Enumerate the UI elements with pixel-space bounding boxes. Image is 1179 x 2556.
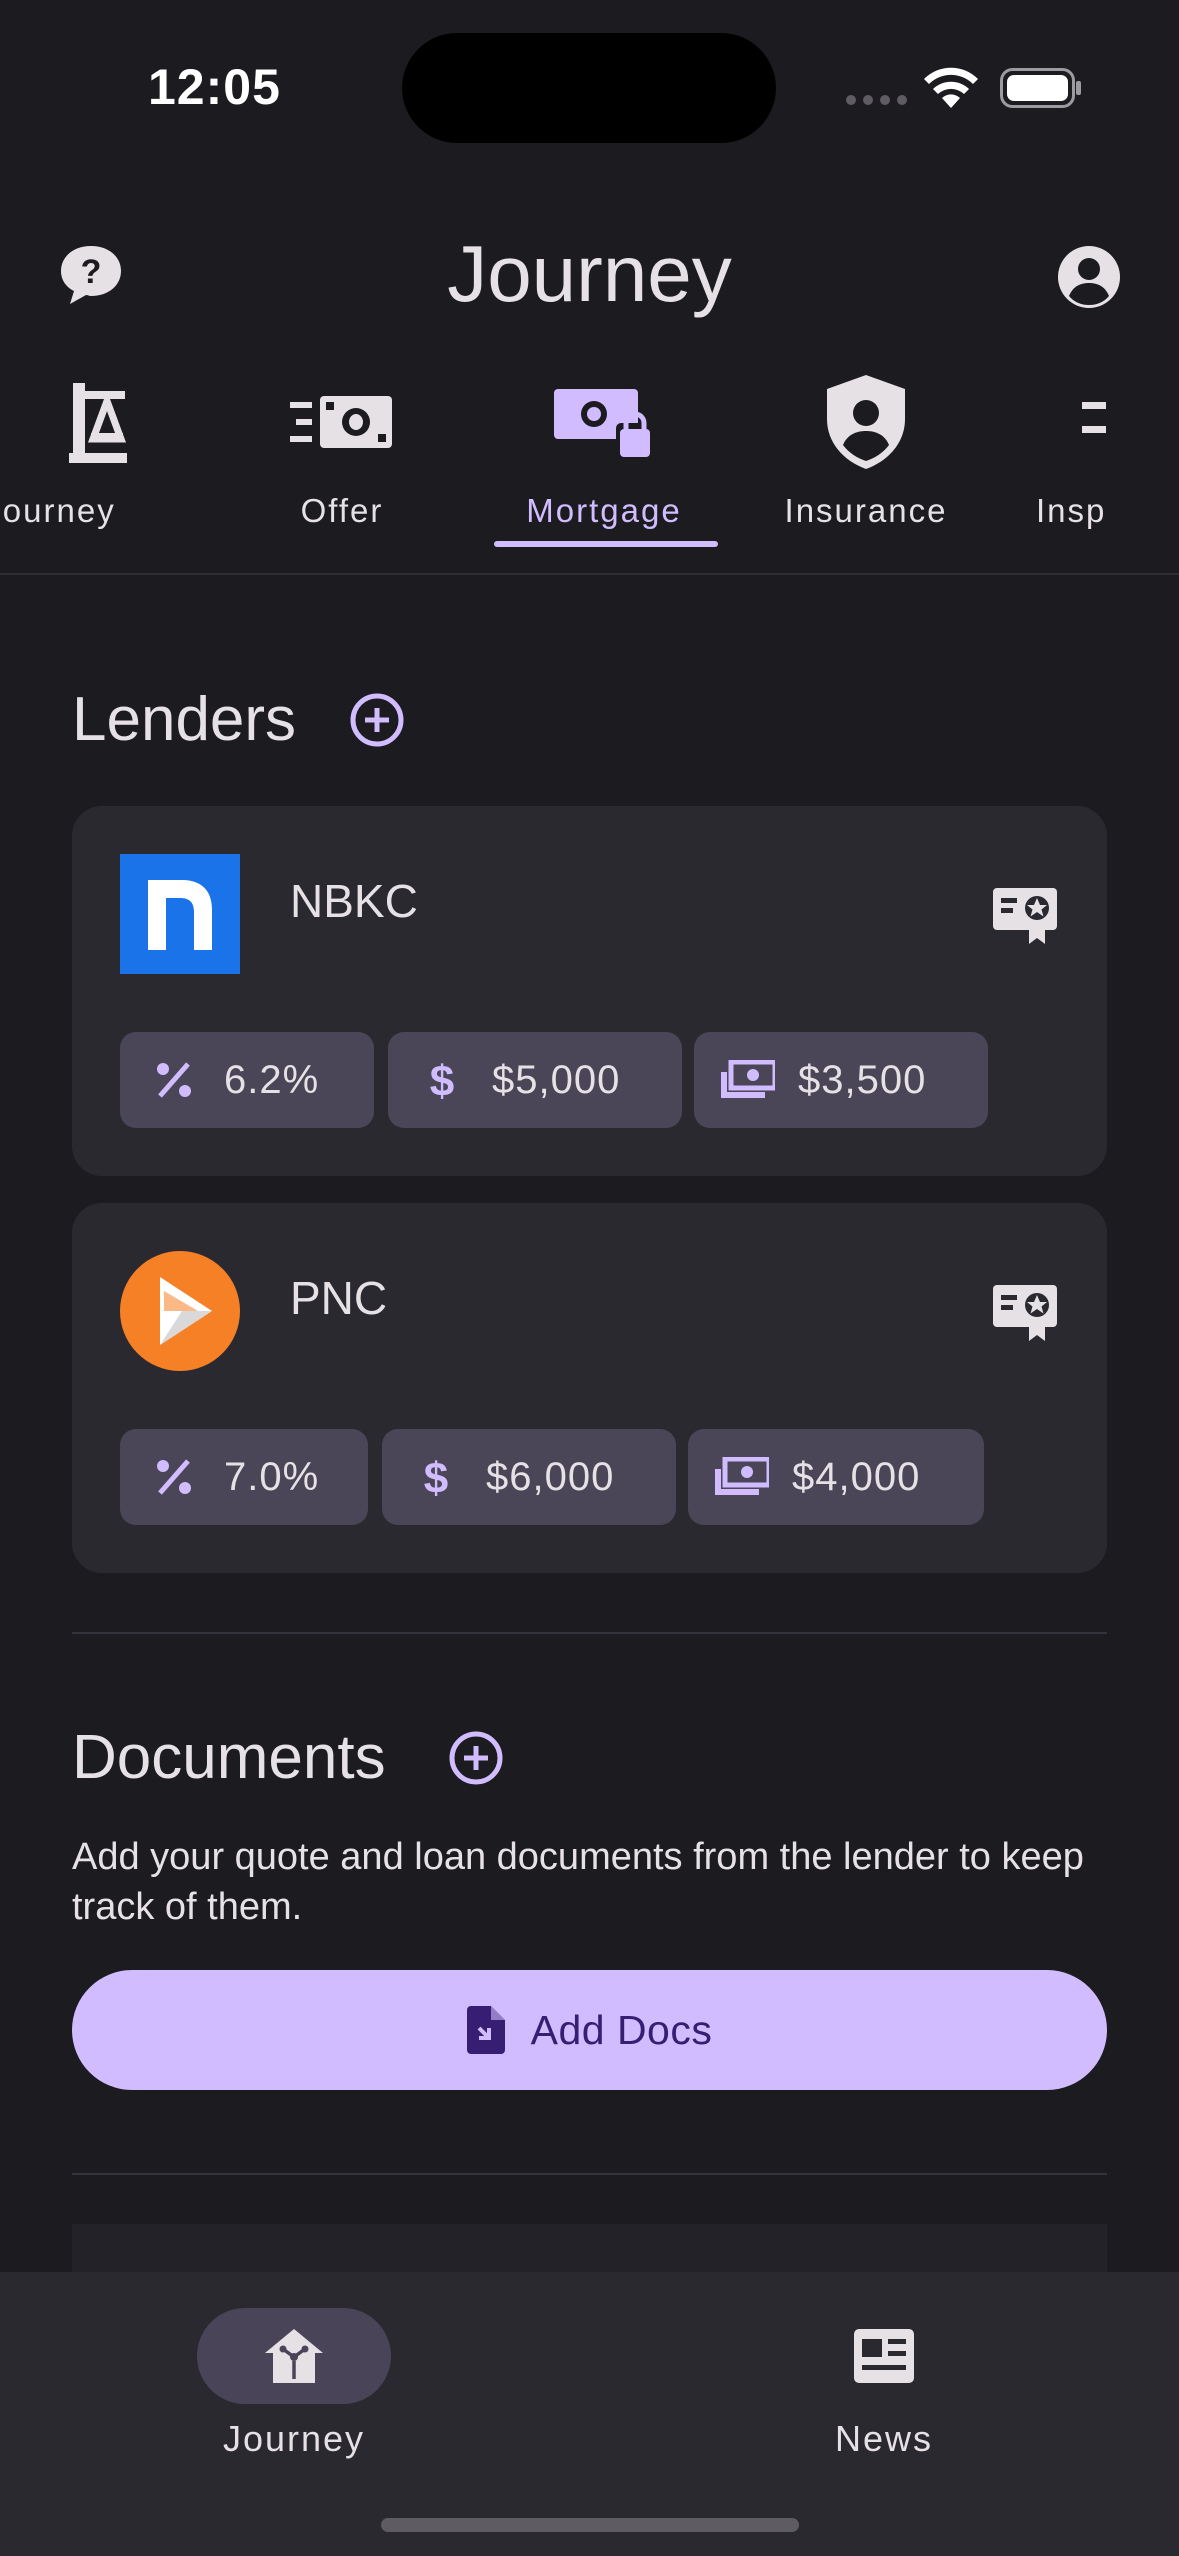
status-time: 12:05	[148, 59, 281, 115]
dynamic-island	[402, 33, 776, 143]
home-indicator	[381, 2518, 799, 2532]
svg-text:$: $	[424, 1454, 448, 1501]
tab-label: Offer	[300, 492, 384, 529]
page-title: Journey	[447, 229, 732, 318]
lender-name: PNC	[290, 1272, 388, 1324]
wifi-icon	[924, 67, 978, 108]
rate-value: 6.2%	[224, 1057, 320, 1102]
divider	[72, 1632, 1107, 1634]
percent-icon	[157, 1062, 191, 1098]
pnc-logo	[120, 1251, 240, 1371]
divider	[0, 573, 1179, 575]
nav-active-pill	[197, 2308, 391, 2404]
add-lender-icon[interactable]	[349, 692, 405, 748]
rate-value: 7.0%	[224, 1454, 320, 1499]
divider	[72, 2173, 1107, 2175]
account-icon[interactable]	[1054, 242, 1124, 312]
dollar-icon: $	[430, 1057, 454, 1104]
cost-value: $5,000	[492, 1057, 621, 1102]
scale-icon	[69, 383, 127, 463]
add-docs-label: Add Docs	[530, 2006, 713, 2053]
home-network-icon	[265, 2329, 323, 2383]
payments-icon	[715, 1457, 769, 1495]
cost-chip: $ $5,000	[388, 1032, 682, 1128]
lender-card[interactable]: NBKC 6.2% $ $5,000 $3,500	[72, 806, 1107, 1176]
lender-name: NBKC	[290, 875, 418, 927]
cash-chip: $3,500	[694, 1032, 988, 1128]
tab-inspection[interactable]: Insp	[1008, 360, 1179, 574]
battery-icon	[1000, 68, 1081, 108]
cellular-signal-icon	[846, 95, 907, 105]
fast-money-icon	[290, 396, 392, 448]
tab-label: Journey	[0, 492, 116, 529]
cash-value: $4,000	[792, 1454, 921, 1499]
tab-label: Mortgage	[526, 492, 682, 529]
nav-pill	[787, 2308, 981, 2404]
money-lock-icon	[554, 389, 650, 457]
file-import-icon	[466, 2006, 505, 2054]
rate-chip: 7.0%	[120, 1429, 368, 1525]
nav-journey[interactable]: Journey	[94, 2272, 494, 2472]
svg-text:$: $	[430, 1057, 454, 1104]
nav-news[interactable]: News	[684, 2272, 1084, 2472]
compare-award-icon[interactable]	[993, 1281, 1057, 1343]
tab-offer[interactable]: Offer	[222, 360, 462, 574]
cost-chip: $ $6,000	[382, 1429, 676, 1525]
dollar-icon: $	[424, 1454, 448, 1501]
percent-icon	[157, 1459, 191, 1495]
newspaper-icon	[854, 2329, 914, 2383]
bottom-navigation: Journey News	[0, 2272, 1179, 2556]
documents-title: Documents	[72, 1723, 386, 1792]
cost-value: $6,000	[486, 1454, 615, 1499]
nav-label: Journey	[222, 2418, 366, 2459]
nbkc-logo	[120, 854, 240, 974]
cash-value: $3,500	[798, 1057, 927, 1102]
compare-award-icon[interactable]	[993, 884, 1057, 946]
rate-chip: 6.2%	[120, 1032, 374, 1128]
nav-label: News	[834, 2418, 934, 2459]
inspection-icon	[1082, 402, 1106, 433]
cash-chip: $4,000	[688, 1429, 984, 1525]
shield-person-icon	[827, 375, 905, 469]
tab-journey[interactable]: Journey	[0, 360, 220, 574]
tab-insurance[interactable]: Insurance	[746, 360, 986, 574]
payments-icon	[721, 1060, 775, 1098]
add-document-icon[interactable]	[448, 1730, 504, 1786]
lenders-title: Lenders	[72, 685, 297, 754]
lender-card[interactable]: PNC 7.0% $ $6,000 $4,000	[72, 1203, 1107, 1573]
documents-description: Add your quote and loan documents from t…	[72, 1836, 1084, 1928]
tab-label: Insurance	[784, 492, 948, 529]
tab-label: Insp	[1036, 492, 1107, 529]
active-tab-indicator	[494, 541, 718, 547]
add-docs-button[interactable]: Add Docs	[72, 1970, 1107, 2090]
